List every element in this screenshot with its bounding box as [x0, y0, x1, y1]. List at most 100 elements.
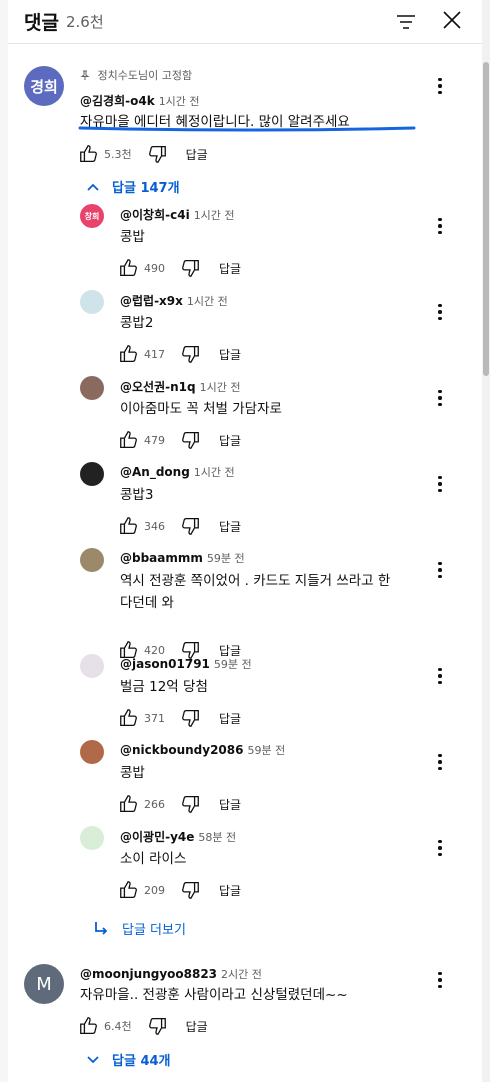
- author-name[interactable]: @이창희-c4i: [120, 208, 190, 222]
- comment-time[interactable]: 1시간 전: [194, 466, 235, 479]
- avatar[interactable]: 경희: [24, 66, 64, 106]
- more-vert-icon[interactable]: [430, 472, 450, 496]
- more-replies-label[interactable]: 답글 더보기: [122, 919, 186, 938]
- more-vert-icon[interactable]: [430, 750, 450, 774]
- avatar[interactable]: 창희: [80, 204, 104, 228]
- comment-author[interactable]: @jason01791 59분 전: [120, 656, 252, 672]
- comment-author[interactable]: @오선권-n1q 1시간 전: [120, 378, 240, 395]
- thumb-down-icon[interactable]: [179, 707, 201, 729]
- author-name[interactable]: @nickboundy2086: [120, 743, 243, 757]
- author-name[interactable]: @moonjungyoo8823: [80, 967, 217, 981]
- author-name[interactable]: @김경희-o4k: [80, 94, 155, 108]
- reply-button[interactable]: 답글: [219, 260, 241, 277]
- comment-text: 이아줌마도 꼭 처벌 가담자로: [120, 401, 282, 417]
- reply-button[interactable]: 답글: [219, 432, 241, 449]
- thumb-down-icon[interactable]: [179, 515, 201, 537]
- reply-button[interactable]: 답글: [219, 710, 241, 727]
- comment-time[interactable]: 59분 전: [207, 552, 245, 565]
- avatar[interactable]: [80, 740, 104, 764]
- thumb-up-icon[interactable]: [118, 707, 140, 729]
- comment-time[interactable]: 59분 전: [214, 658, 252, 671]
- reply-item: @An_dong 1시간 전 콩밥3 346 답글: [8, 458, 482, 544]
- comment-time[interactable]: 1시간 전: [200, 381, 241, 394]
- like-count: 417: [144, 347, 165, 361]
- comment-time[interactable]: 1시간 전: [187, 295, 228, 308]
- avatar[interactable]: [80, 462, 104, 486]
- comment-actions: 6.4천 답글: [78, 1014, 208, 1038]
- thumb-up-icon[interactable]: [78, 1015, 100, 1037]
- thumb-up-icon[interactable]: [118, 879, 140, 901]
- more-vert-icon[interactable]: [430, 836, 450, 860]
- more-vert-icon[interactable]: [430, 300, 450, 324]
- thumb-up-icon[interactable]: [118, 793, 140, 815]
- comment-time[interactable]: 59분 전: [247, 744, 285, 757]
- comment-text: 소이 라이스: [120, 851, 187, 867]
- more-vert-icon[interactable]: [430, 214, 450, 238]
- comment-time[interactable]: 1시간 전: [159, 95, 200, 108]
- thumb-down-icon[interactable]: [179, 257, 201, 279]
- replies-toggle-label[interactable]: 답글 147개: [112, 177, 180, 196]
- reply-button[interactable]: 답글: [219, 882, 241, 899]
- comment-author[interactable]: @nickboundy2086 59분 전: [120, 742, 285, 758]
- sort-icon[interactable]: [392, 8, 420, 36]
- more-vert-icon[interactable]: [430, 968, 450, 992]
- replies-toggle[interactable]: 답글 147개: [86, 177, 180, 196]
- comment-text: 콩밥3: [120, 487, 154, 503]
- thumb-up-icon[interactable]: [78, 143, 100, 165]
- comment-author[interactable]: @럽럽-x9x 1시간 전: [120, 292, 228, 309]
- close-icon[interactable]: [438, 6, 466, 34]
- more-vert-icon[interactable]: [430, 386, 450, 410]
- more-vert-icon[interactable]: [430, 664, 450, 688]
- replies-toggle[interactable]: 답글 44개: [86, 1050, 171, 1069]
- avatar[interactable]: M: [24, 964, 64, 1004]
- like-count: 371: [144, 711, 165, 725]
- avatar[interactable]: [80, 826, 104, 850]
- thumb-up-icon[interactable]: [118, 343, 140, 365]
- thumb-down-icon[interactable]: [146, 143, 168, 165]
- pinned-by: 정치수도님이 고정함: [80, 67, 192, 83]
- reply-button[interactable]: 답글: [219, 518, 241, 535]
- more-replies-button[interactable]: 답글 더보기: [92, 919, 186, 938]
- thumb-down-icon[interactable]: [179, 343, 201, 365]
- chevron-down-icon: [87, 1055, 99, 1063]
- comment-author[interactable]: @moonjungyoo8823 2시간 전: [80, 966, 262, 982]
- comment-author[interactable]: @이창희-c4i 1시간 전: [120, 206, 235, 223]
- author-name[interactable]: @럽럽-x9x: [120, 294, 183, 308]
- comment-author[interactable]: @An_dong 1시간 전: [120, 464, 235, 480]
- author-name[interactable]: @jason01791: [120, 657, 210, 671]
- reply-button[interactable]: 답글: [219, 346, 241, 363]
- avatar-text: 창희: [84, 211, 100, 221]
- reply-item: @bbaammm 59분 전 역시 전광훈 쪽이었어 . 카드도 지들거 쓰라고 한…: [8, 544, 482, 659]
- replies-toggle-label[interactable]: 답글 44개: [112, 1050, 171, 1069]
- more-vert-icon[interactable]: [430, 74, 450, 98]
- avatar[interactable]: [80, 376, 104, 400]
- comment-time[interactable]: 1시간 전: [194, 209, 235, 222]
- author-name[interactable]: @An_dong: [120, 465, 190, 479]
- thumb-up-icon[interactable]: [118, 257, 140, 279]
- reply-item: @jason01791 59분 전 벌금 12억 당첨 371 답글: [8, 650, 482, 736]
- reply-button[interactable]: 답글: [186, 146, 208, 163]
- comment-time[interactable]: 2시간 전: [221, 968, 262, 981]
- more-vert-icon[interactable]: [430, 558, 450, 582]
- thumb-down-icon[interactable]: [146, 1015, 168, 1037]
- comment-author[interactable]: @김경희-o4k 1시간 전: [80, 92, 200, 109]
- avatar[interactable]: [80, 548, 104, 572]
- thumb-up-icon[interactable]: [118, 429, 140, 451]
- author-name[interactable]: @오선권-n1q: [120, 380, 196, 394]
- comment-author[interactable]: @이광민-y4e 58분 전: [120, 828, 236, 845]
- avatar[interactable]: [80, 654, 104, 678]
- reply-button[interactable]: 답글: [186, 1018, 208, 1035]
- thumb-down-icon[interactable]: [179, 429, 201, 451]
- comment-actions: 371 답글: [118, 706, 241, 730]
- thumb-up-icon[interactable]: [118, 515, 140, 537]
- thumb-down-icon[interactable]: [179, 793, 201, 815]
- comment-author[interactable]: @bbaammm 59분 전: [120, 550, 245, 566]
- reply-button[interactable]: 답글: [219, 796, 241, 813]
- scrollbar[interactable]: [482, 0, 490, 1082]
- scrollbar-thumb[interactable]: [483, 62, 489, 376]
- avatar[interactable]: [80, 290, 104, 314]
- thumb-down-icon[interactable]: [179, 879, 201, 901]
- author-name[interactable]: @bbaammm: [120, 551, 203, 565]
- comment-time[interactable]: 58분 전: [198, 831, 236, 844]
- author-name[interactable]: @이광민-y4e: [120, 830, 194, 844]
